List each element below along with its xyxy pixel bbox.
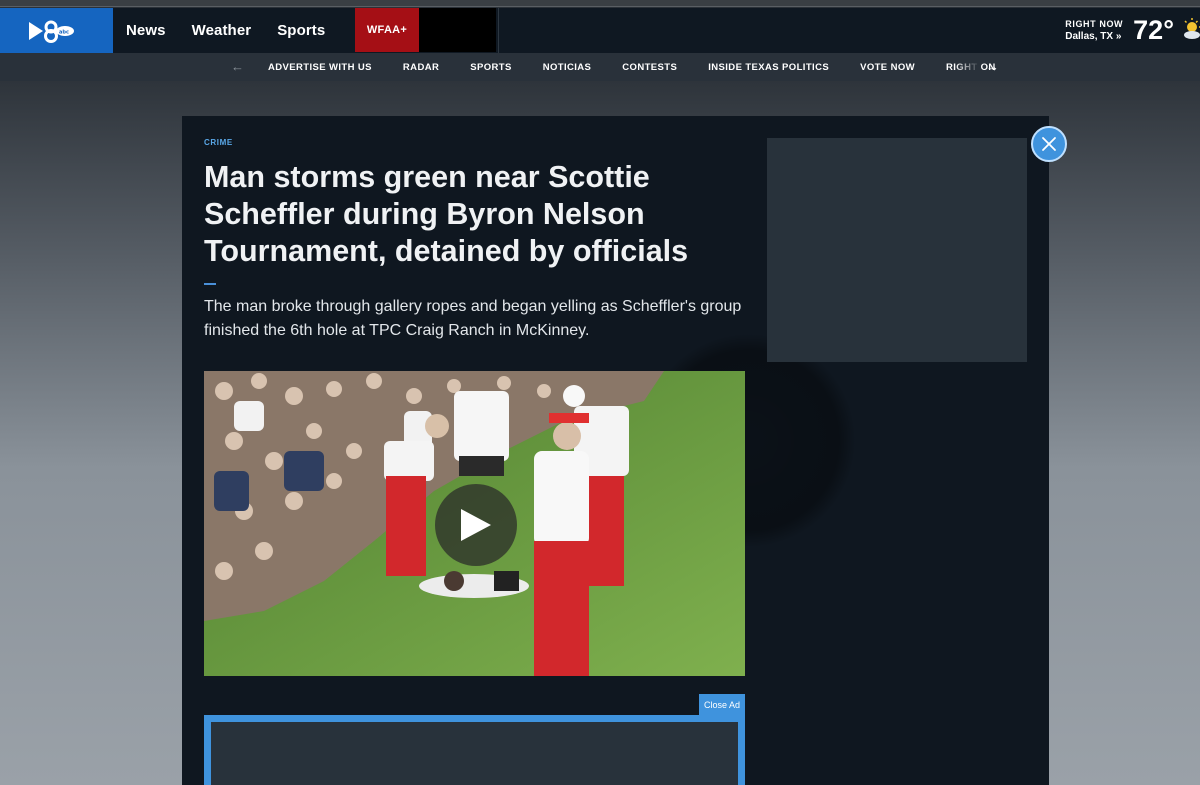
- subnav-item-contests[interactable]: CONTESTS: [622, 62, 677, 73]
- close-ad-button[interactable]: Close Ad: [699, 694, 745, 716]
- arrow-right-icon[interactable]: →: [986, 59, 999, 74]
- sun-cloud-icon: [1180, 16, 1200, 46]
- headline-divider: [204, 283, 216, 285]
- wfaa-plus-label: WFAA+: [366, 24, 408, 36]
- weather-widget[interactable]: RIGHT NOW Dallas, TX » 72°: [1065, 8, 1200, 53]
- sub-nav: ← ADVERTISE WITH US RADAR SPORTS NOTICIA…: [0, 53, 1200, 81]
- wfaa-plus-button[interactable]: WFAA+: [355, 8, 419, 52]
- subnav-item-radar[interactable]: RADAR: [403, 62, 439, 73]
- play-icon: [461, 509, 491, 541]
- browser-top-strip: [0, 0, 1200, 7]
- subnav-fade: [955, 53, 980, 81]
- weather-temp: 72°: [1133, 15, 1174, 45]
- article-summary: The man broke through gallery ropes and …: [204, 298, 742, 339]
- header-ad-slot: [419, 8, 496, 52]
- main-nav: News Weather Sports: [126, 8, 351, 53]
- close-modal-button[interactable]: [1031, 126, 1067, 162]
- play-button[interactable]: [435, 484, 517, 566]
- article-modal: CRIME Man storms green near Scottie Sche…: [182, 116, 1049, 785]
- subnav-item-texas-politics[interactable]: INSIDE TEXAS POLITICS: [708, 62, 829, 73]
- subnav-item-sports[interactable]: SPORTS: [470, 62, 511, 73]
- bottom-ad-slot[interactable]: [204, 715, 745, 785]
- site-header: abc News Weather Sports WFAA+ RIGHT NOW …: [0, 8, 1200, 53]
- nav-news[interactable]: News: [126, 22, 166, 39]
- channel-8-logo-icon[interactable]: abc: [0, 8, 113, 53]
- right-ad-slot[interactable]: [767, 138, 1027, 362]
- weather-label: RIGHT NOW: [1065, 19, 1124, 29]
- header-divider: [498, 8, 499, 53]
- close-icon: [1042, 137, 1056, 151]
- svg-text:abc: abc: [59, 29, 69, 35]
- video-player[interactable]: [204, 371, 745, 676]
- arrow-left-icon[interactable]: ←: [231, 59, 244, 74]
- article-headline: Man storms green near Scottie Scheffler …: [204, 160, 689, 268]
- subnav-item-noticias[interactable]: NOTICIAS: [543, 62, 592, 73]
- weather-city: Dallas, TX »: [1065, 31, 1122, 42]
- subnav-item-vote-now[interactable]: VOTE NOW: [860, 62, 915, 73]
- subnav-item-advertise[interactable]: ADVERTISE WITH US: [268, 62, 372, 73]
- nav-weather[interactable]: Weather: [192, 22, 252, 39]
- nav-sports[interactable]: Sports: [277, 22, 325, 39]
- article-category[interactable]: CRIME: [204, 138, 233, 147]
